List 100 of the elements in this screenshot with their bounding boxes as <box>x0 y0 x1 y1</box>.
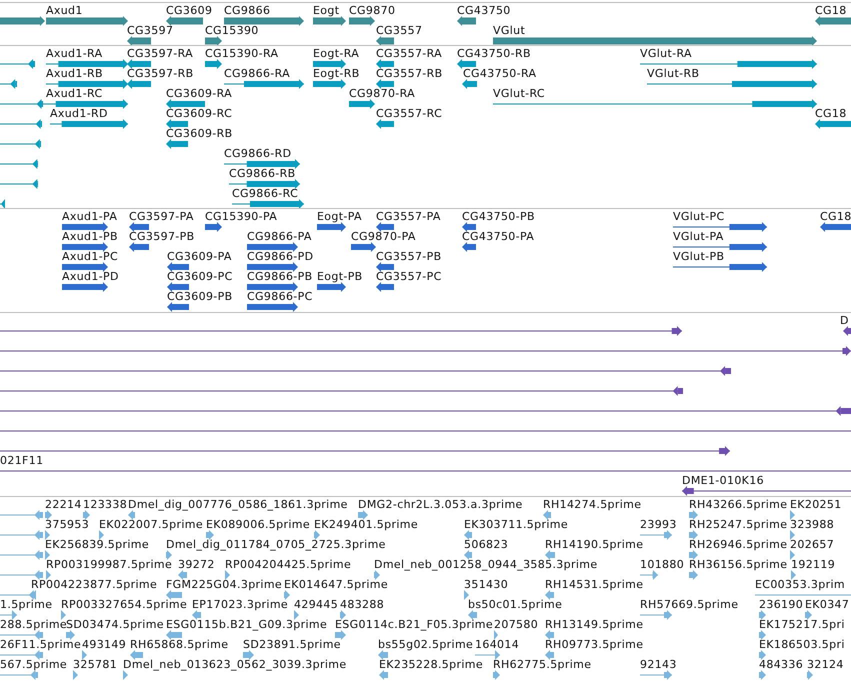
feature-label: CG9866 <box>224 5 270 17</box>
feature-label: 22214 <box>45 499 82 511</box>
feature-label: CG3557-PC <box>376 271 442 283</box>
feature-label: Eogt-PA <box>317 211 362 223</box>
feature-label: Dmel_neb_013623_0562_3039.3prime <box>123 659 346 671</box>
feature-label: Dmel_neb_001258_0944_3585.3prime <box>374 559 598 571</box>
feature-label: 1.5prime <box>0 599 52 611</box>
feature-label: CG9866-PB <box>247 271 312 283</box>
feature-label: EK089006.5prime <box>206 519 310 531</box>
feature-label: CG15390-RA <box>205 48 278 60</box>
feature-label: RP003327654.5prime <box>61 599 188 611</box>
feature-label: CG43750-RA <box>463 68 536 80</box>
feature-label: bs50c01.5prime <box>468 599 562 611</box>
feature-label: Eogt-PB <box>317 271 363 283</box>
feature-label: CG18 <box>815 5 847 17</box>
feature-label: RH14274.5prime <box>543 499 642 511</box>
feature-label: EK256839.5prime <box>45 539 149 551</box>
feature-label: FGM225G04.3prime <box>166 579 282 591</box>
feature-label: RP003199987.5prime <box>46 559 172 571</box>
feature-label: CG3557-RA <box>376 48 442 60</box>
feature-label: 202657 <box>790 539 834 551</box>
feature-label: CG3597-RB <box>127 68 194 80</box>
feature-label: 493149 <box>82 639 126 651</box>
feature-label: ESG0115b.B21_G09.3prime <box>166 619 328 631</box>
feature-label: Eogt-RB <box>313 68 360 80</box>
feature-label: EK014647.5prime <box>284 579 388 591</box>
feature-label: Axud1-PB <box>62 231 118 243</box>
feature-label: RH65868.5prime <box>130 639 228 651</box>
feature-label: bs55g02.5prime <box>378 639 474 651</box>
feature-label: CG9870 <box>349 5 396 17</box>
feature-label: Axud1-RC <box>46 88 103 100</box>
feature-label: 123338 <box>83 499 128 511</box>
feature-label: RH13149.5prime <box>545 619 644 631</box>
feature-label: CG3609-RC <box>166 108 232 120</box>
feature-label: DME1-010K16 <box>682 475 764 487</box>
feature-label: ESG0114c.B21_F05.3prime <box>335 619 493 631</box>
feature-label: RH36156.5prime <box>689 559 788 571</box>
feature-label: RH09773.5prime <box>545 639 644 651</box>
feature-label: VGlut-PC <box>673 211 724 223</box>
feature-label: CG3609 <box>166 5 212 17</box>
feature-label: CG18 <box>820 211 851 223</box>
feature-label: 92143 <box>640 659 677 671</box>
feature-label: 351430 <box>464 579 508 591</box>
feature-label: CG9866-PA <box>247 231 312 243</box>
feature-label: CG3609-RB <box>166 128 233 140</box>
feature-label: 021F11 <box>0 455 44 467</box>
feature-label: VGlut <box>493 25 526 37</box>
feature-label: CG3557-RB <box>376 68 443 80</box>
feature-label: RH25247.5prime <box>689 519 788 531</box>
feature-label: CG9870-PA <box>351 231 416 243</box>
feature-label: CG3597 <box>127 25 174 37</box>
feature-label: CG18 <box>815 108 847 120</box>
feature-label: SD03474.5prime <box>66 619 164 631</box>
feature-label: 164014 <box>475 639 520 651</box>
feature-label: CG43750-PA <box>462 231 534 243</box>
feature-label: RP004204425.5prime <box>225 559 352 571</box>
feature-label: CG43750 <box>457 5 511 17</box>
feature-label: RP004223877.5prime <box>31 579 158 591</box>
feature-label: CG43750-PB <box>462 211 535 223</box>
feature-label: EP17023.3prime <box>192 599 288 611</box>
feature-label: CG9870-RA <box>349 88 416 100</box>
feature-label: EK249401.5prime <box>314 519 418 531</box>
feature-label: 483288 <box>340 599 384 611</box>
feature-label: CG15390 <box>205 25 259 37</box>
feature-label: 236190 <box>759 599 804 611</box>
feature-label: RH57669.5prime <box>640 599 738 611</box>
feature-label: CG9866-RA <box>224 68 290 80</box>
feature-label: CG9866-RD <box>224 148 292 160</box>
feature-label: Axud1 <box>46 5 83 17</box>
feature-label: VGlut-RC <box>493 88 545 100</box>
feature-label: 567.5prime <box>0 659 68 671</box>
feature-label: 26F11.5prime <box>0 639 82 651</box>
feature-label: RH14190.5prime <box>545 539 644 551</box>
feature-label: EK0347 <box>805 599 850 611</box>
feature-label: EK186503.5pri <box>759 639 845 651</box>
feature-label: Axud1-RD <box>50 108 108 120</box>
feature-label: CG3597-PB <box>129 231 194 243</box>
feature-label: 325781 <box>73 659 118 671</box>
feature-label: RH14531.5prime <box>545 579 644 591</box>
feature-label: CG3597-PA <box>129 211 194 223</box>
feature-label: Eogt-RA <box>313 48 360 60</box>
feature-label: 32124 <box>807 659 844 671</box>
feature-label: 288.5prime <box>0 619 68 631</box>
feature-label: Axud1-PA <box>62 211 118 223</box>
feature-label: 484336 <box>759 659 804 671</box>
feature-label: CG3609-PA <box>167 251 232 263</box>
feature-label: 323988 <box>790 519 834 531</box>
feature-label: EC00353.3prim <box>755 579 845 591</box>
feature-label: CG3609-RA <box>166 88 232 100</box>
feature-label: 39272 <box>178 559 215 571</box>
feature-label: VGlut-PB <box>673 251 724 263</box>
feature-label: EK20251 <box>790 499 842 511</box>
feature-label: DMG2-chr2L.3.053.a.3prime <box>358 499 523 511</box>
feature-label: D <box>840 315 849 327</box>
feature-label: VGlut-RB <box>647 68 700 80</box>
feature-label: CG3557-PA <box>376 211 441 223</box>
feature-label: Axud1-PC <box>62 251 118 263</box>
feature-label: CG9866-PD <box>247 251 314 263</box>
feature-label: Dmel_dig_011784_0705_2725.3prime <box>166 539 386 551</box>
feature-label: CG3557 <box>376 25 422 37</box>
